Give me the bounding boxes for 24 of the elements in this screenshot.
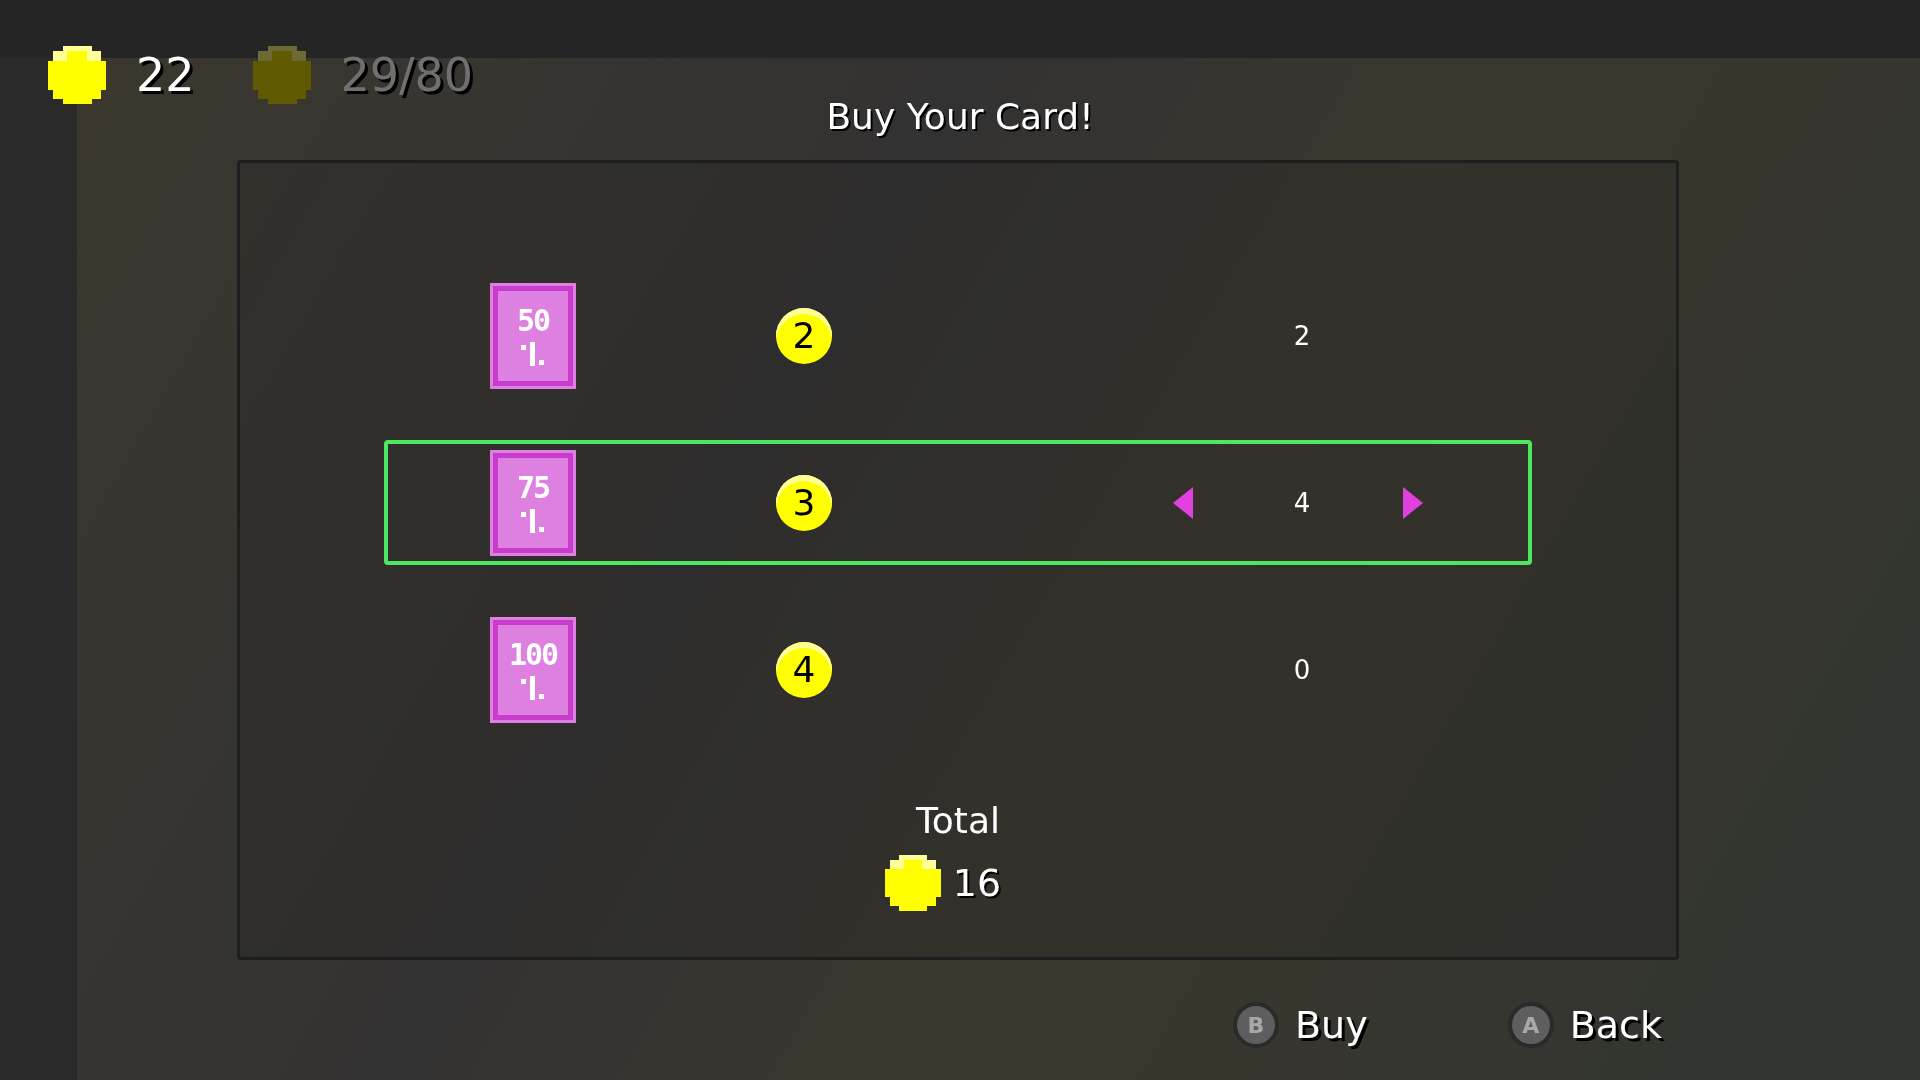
dialog-title: Buy Your Card! [825,96,1095,137]
card-row[interactable]: 50 2 2 [384,273,1532,398]
action-label[interactable]: Buy [1295,1003,1368,1047]
right-arrow-icon[interactable] [1403,486,1423,519]
coin-icon [48,46,106,104]
percent-icon [521,508,545,533]
quantity-value: 2 [1292,320,1312,351]
collected-count: 29/80 [340,48,474,102]
quantity-value: 0 [1292,654,1312,685]
percent-icon [521,675,545,700]
percent-icon [521,341,545,366]
card-value: 100 [508,639,558,670]
card-value: 50 [516,305,550,336]
action-label[interactable]: Back [1569,1003,1662,1047]
left-arrow-icon[interactable] [1173,486,1193,519]
quantity-value: 4 [1292,487,1312,518]
coin-icon [252,46,311,104]
coin-count: 22 [136,48,195,102]
card-row[interactable]: 100 4 0 [384,607,1532,732]
card-row[interactable]: 75 3 4 [384,440,1532,565]
total-amount: 16 [952,861,1002,905]
card-value: 75 [516,472,550,503]
coin-icon [884,855,941,911]
total-label: Total [915,800,1001,841]
